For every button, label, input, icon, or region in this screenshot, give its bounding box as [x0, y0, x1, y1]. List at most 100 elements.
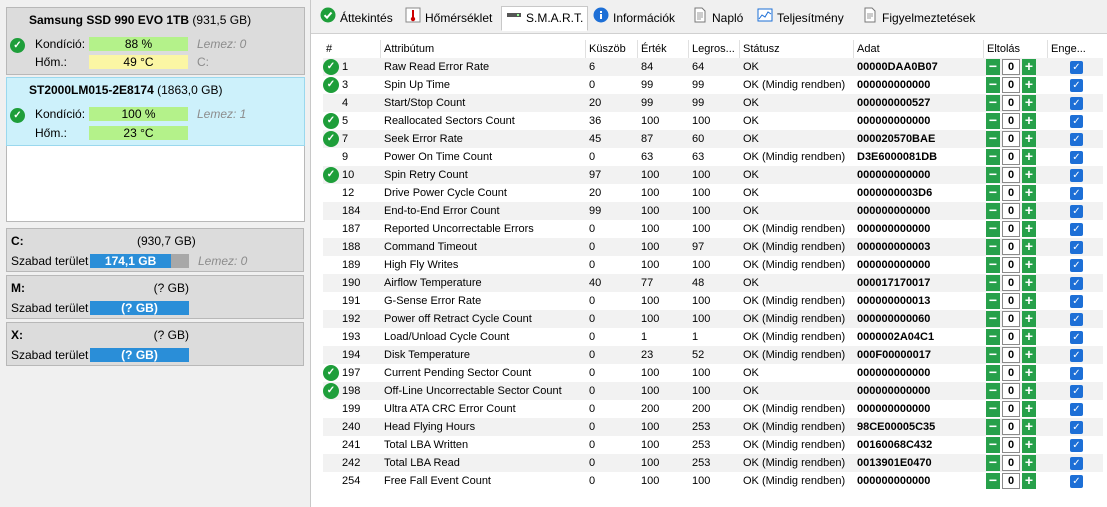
plus-icon[interactable]: +	[1022, 221, 1036, 237]
plus-icon[interactable]: +	[1022, 239, 1036, 255]
minus-icon[interactable]: −	[986, 455, 1000, 471]
offset-value[interactable]: 0	[1002, 167, 1020, 183]
enabled-checkbox[interactable]: ✓	[1070, 61, 1083, 74]
plus-icon[interactable]: +	[1022, 347, 1036, 363]
enabled-checkbox[interactable]: ✓	[1070, 367, 1083, 380]
minus-icon[interactable]: −	[986, 419, 1000, 435]
offset-value[interactable]: 0	[1002, 383, 1020, 399]
table-row[interactable]: 184 End-to-End Error Count 99 100 100 OK 00000…	[323, 202, 1103, 220]
offset-value[interactable]: 0	[1002, 473, 1020, 489]
plus-icon[interactable]: +	[1022, 311, 1036, 327]
col-header-id[interactable]: #	[323, 40, 381, 58]
minus-icon[interactable]: −	[986, 401, 1000, 417]
table-row[interactable]: 192 Power off Retract Cycle Count 0 100 100 O…	[323, 310, 1103, 328]
col-header-attribute[interactable]: Attribútum	[381, 40, 586, 58]
offset-value[interactable]: 0	[1002, 455, 1020, 471]
minus-icon[interactable]: −	[986, 257, 1000, 273]
tab-overview[interactable]: Áttekintés	[315, 6, 398, 30]
table-row[interactable]: 188 Command Timeout 0 100 97 OK (Mindig rendb…	[323, 238, 1103, 256]
minus-icon[interactable]: −	[986, 275, 1000, 291]
enabled-checkbox[interactable]: ✓	[1070, 133, 1083, 146]
tab-log[interactable]: Napló	[687, 6, 748, 30]
offset-value[interactable]: 0	[1002, 275, 1020, 291]
offset-value[interactable]: 0	[1002, 149, 1020, 165]
table-row[interactable]: ✓ 7 Seek Error Rate 45 87 60 OK 000020570BAE −0 +…	[323, 130, 1103, 148]
table-row[interactable]: 193 Load/Unload Cycle Count 0 1 1 OK (Mindig …	[323, 328, 1103, 346]
enabled-checkbox[interactable]: ✓	[1070, 259, 1083, 272]
enabled-checkbox[interactable]: ✓	[1070, 295, 1083, 308]
table-row[interactable]: ✓ 3 Spin Up Time 0 99 99 OK (Mindig rendben) 00…	[323, 76, 1103, 94]
table-row[interactable]: 190 Airflow Temperature 40 77 48 OK 0000171700…	[323, 274, 1103, 292]
enabled-checkbox[interactable]: ✓	[1070, 331, 1083, 344]
minus-icon[interactable]: −	[986, 437, 1000, 453]
enabled-checkbox[interactable]: ✓	[1070, 205, 1083, 218]
enabled-checkbox[interactable]: ✓	[1070, 349, 1083, 362]
minus-icon[interactable]: −	[986, 329, 1000, 345]
col-header-threshold[interactable]: Küszöb	[586, 40, 638, 58]
enabled-checkbox[interactable]: ✓	[1070, 313, 1083, 326]
offset-value[interactable]: 0	[1002, 365, 1020, 381]
offset-value[interactable]: 0	[1002, 329, 1020, 345]
table-row[interactable]: ✓ 1 Raw Read Error Rate 6 84 64 OK 00000DAA0B07…	[323, 58, 1103, 76]
minus-icon[interactable]: −	[986, 365, 1000, 381]
enabled-checkbox[interactable]: ✓	[1070, 223, 1083, 236]
table-row[interactable]: 187 Reported Uncorrectable Errors 0 100 100 O…	[323, 220, 1103, 238]
offset-value[interactable]: 0	[1002, 203, 1020, 219]
disk-card-0[interactable]: Samsung SSD 990 EVO 1TB (931,5 GB) ✓ Kon…	[6, 7, 305, 75]
col-header-value[interactable]: Érték	[638, 40, 689, 58]
plus-icon[interactable]: +	[1022, 365, 1036, 381]
minus-icon[interactable]: −	[986, 113, 1000, 129]
table-row[interactable]: 241 Total LBA Written 0 100 253 OK (Mindig re…	[323, 436, 1103, 454]
offset-value[interactable]: 0	[1002, 437, 1020, 453]
table-row[interactable]: 189 High Fly Writes 0 100 100 OK (Mindig rend…	[323, 256, 1103, 274]
table-row[interactable]: 12 Drive Power Cycle Count 20 100 100 OK 00000…	[323, 184, 1103, 202]
offset-value[interactable]: 0	[1002, 257, 1020, 273]
minus-icon[interactable]: −	[986, 347, 1000, 363]
offset-value[interactable]: 0	[1002, 221, 1020, 237]
tab-temperature[interactable]: Hőmérséklet	[400, 6, 497, 30]
table-row[interactable]: 4 Start/Stop Count 20 99 99 OK 000000000527 −0 +…	[323, 94, 1103, 112]
enabled-checkbox[interactable]: ✓	[1070, 421, 1083, 434]
enabled-checkbox[interactable]: ✓	[1070, 151, 1083, 164]
plus-icon[interactable]: +	[1022, 257, 1036, 273]
minus-icon[interactable]: −	[986, 131, 1000, 147]
minus-icon[interactable]: −	[986, 221, 1000, 237]
table-row[interactable]: 240 Head Flying Hours 0 100 253 OK (Mindig re…	[323, 418, 1103, 436]
minus-icon[interactable]: −	[986, 185, 1000, 201]
plus-icon[interactable]: +	[1022, 59, 1036, 75]
enabled-checkbox[interactable]: ✓	[1070, 97, 1083, 110]
minus-icon[interactable]: −	[986, 473, 1000, 489]
plus-icon[interactable]: +	[1022, 203, 1036, 219]
offset-value[interactable]: 0	[1002, 419, 1020, 435]
enabled-checkbox[interactable]: ✓	[1070, 457, 1083, 470]
plus-icon[interactable]: +	[1022, 167, 1036, 183]
table-row[interactable]: 199 Ultra ATA CRC Error Count 0 200 200 OK (M…	[323, 400, 1103, 418]
plus-icon[interactable]: +	[1022, 95, 1036, 111]
minus-icon[interactable]: −	[986, 59, 1000, 75]
offset-value[interactable]: 0	[1002, 131, 1020, 147]
plus-icon[interactable]: +	[1022, 401, 1036, 417]
minus-icon[interactable]: −	[986, 167, 1000, 183]
enabled-checkbox[interactable]: ✓	[1070, 475, 1083, 488]
plus-icon[interactable]: +	[1022, 293, 1036, 309]
offset-value[interactable]: 0	[1002, 95, 1020, 111]
offset-value[interactable]: 0	[1002, 113, 1020, 129]
offset-value[interactable]: 0	[1002, 59, 1020, 75]
plus-icon[interactable]: +	[1022, 185, 1036, 201]
enabled-checkbox[interactable]: ✓	[1070, 169, 1083, 182]
col-header-data[interactable]: Adat	[854, 40, 984, 58]
plus-icon[interactable]: +	[1022, 329, 1036, 345]
minus-icon[interactable]: −	[986, 95, 1000, 111]
offset-value[interactable]: 0	[1002, 77, 1020, 93]
volume-card-x[interactable]: X: (? GB) Szabad terület (? GB)	[6, 322, 304, 366]
table-row[interactable]: ✓ 10 Spin Retry Count 97 100 100 OK 00000000000…	[323, 166, 1103, 184]
offset-value[interactable]: 0	[1002, 347, 1020, 363]
plus-icon[interactable]: +	[1022, 437, 1036, 453]
minus-icon[interactable]: −	[986, 77, 1000, 93]
plus-icon[interactable]: +	[1022, 275, 1036, 291]
minus-icon[interactable]: −	[986, 293, 1000, 309]
plus-icon[interactable]: +	[1022, 77, 1036, 93]
enabled-checkbox[interactable]: ✓	[1070, 187, 1083, 200]
offset-value[interactable]: 0	[1002, 401, 1020, 417]
plus-icon[interactable]: +	[1022, 131, 1036, 147]
